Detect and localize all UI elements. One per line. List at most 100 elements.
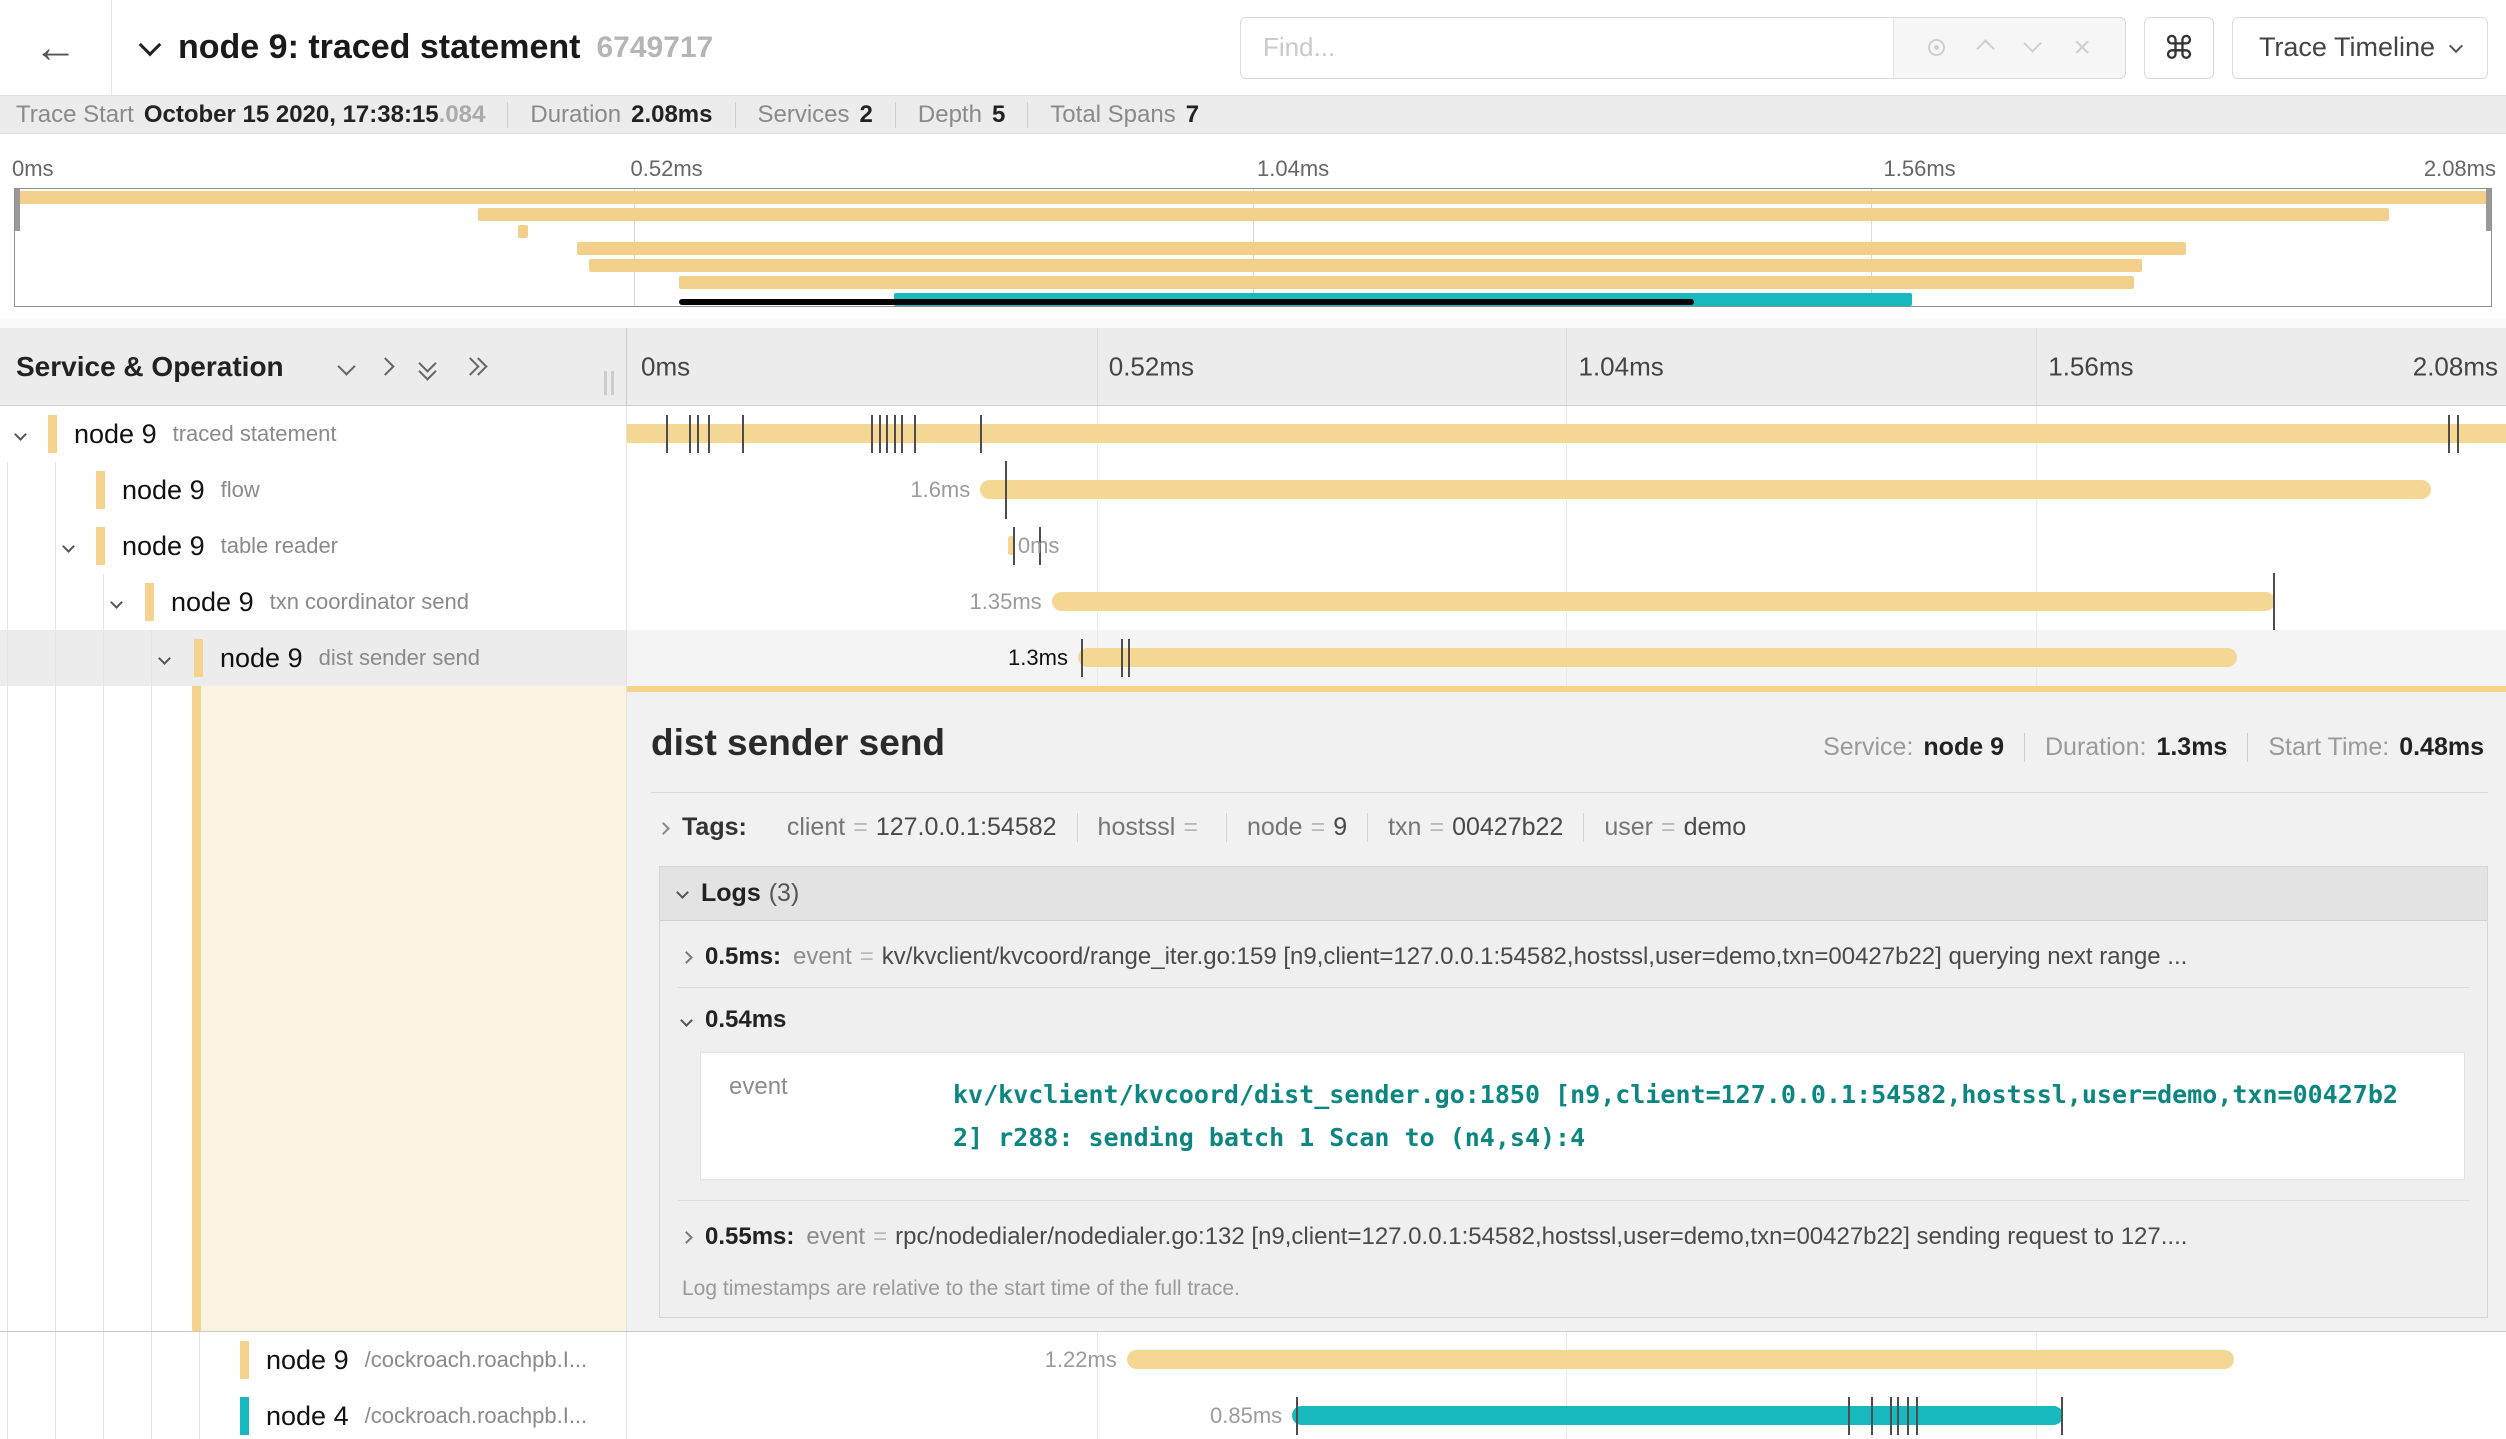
collapse-one-icon[interactable] [340, 360, 353, 373]
tag-node: node=9 [1227, 813, 1368, 842]
next-match-icon[interactable] [2026, 37, 2039, 59]
span-name[interactable]: node 9 flow [0, 462, 626, 518]
log-entry-2-detail: event kv/kvclient/kvcoord/dist_sender.go… [700, 1052, 2465, 1180]
log-entry-1[interactable]: 0.5ms: event = kv/kvclient/kvcoord/range… [678, 921, 2469, 988]
trace-id: 6749717 [596, 31, 713, 65]
view-selector-button[interactable]: Trace Timeline [2232, 17, 2488, 79]
trace-services: Services 2 [736, 102, 896, 128]
header-actions: × ⌘ Trace Timeline [1240, 17, 2488, 79]
logs-footnote: Log timestamps are relative to the start… [678, 1267, 2469, 1317]
log-entry-2-header[interactable]: 0.54ms [678, 988, 2469, 1048]
minimap-span [518, 225, 528, 238]
span-color-chip [240, 1397, 249, 1435]
logs-collapse-icon [676, 886, 689, 899]
log-field-value: kv/kvclient/kvcoord/dist_sender.go:1850 … [953, 1073, 2423, 1159]
span-color-chip [194, 639, 203, 677]
find-box: × [1240, 17, 2126, 79]
span-color-chip [96, 527, 105, 565]
span-name[interactable]: node 9 txn coordinator send [0, 574, 626, 630]
child-span-rows: node 9 /cockroach.roachpb.I... 1.22ms no… [0, 1332, 2506, 1439]
span-duration-label: 1.22ms [1045, 1347, 1117, 1373]
trace-viewer: ← node 9: traced statement 6749717 × ⌘ T [0, 0, 2506, 1439]
span-name[interactable]: node 9 dist sender send [0, 630, 626, 686]
span-id-row: SpanID: 5597415943526560273 [651, 1318, 2488, 1331]
minimap-span [15, 191, 2491, 204]
row-collapse-icon[interactable] [16, 426, 25, 444]
tag-txn: txn=00427b22 [1368, 813, 1584, 842]
page-title: node 9: traced statement [178, 28, 580, 67]
span-bar[interactable] [627, 424, 2506, 443]
log-field-key: event [713, 1073, 953, 1159]
command-icon: ⌘ [2163, 29, 2195, 67]
tag-user: user=demo [1584, 813, 1766, 842]
service-operation-header: Service & Operation [0, 328, 627, 405]
column-resize-grip[interactable] [604, 371, 614, 395]
span-bar[interactable] [980, 480, 2431, 499]
span-accent-tint [201, 686, 626, 1331]
span-row-batch-node4: node 4 /cockroach.roachpb.I... 0.85ms [0, 1388, 2506, 1439]
row-collapse-icon[interactable] [160, 650, 169, 668]
minimap-span [478, 208, 2389, 221]
collapse-all-icon[interactable] [418, 357, 438, 377]
minimap-span [589, 259, 2141, 272]
tag-hostssl: hostssl= [1078, 813, 1227, 842]
trace-total-spans: Total Spans 7 [1028, 102, 1221, 128]
trace-title-group: node 9: traced statement 6749717 [142, 28, 1240, 67]
span-row-batch-node9: node 9 /cockroach.roachpb.I... 1.22ms [0, 1332, 2506, 1388]
back-button[interactable]: ← [0, 0, 112, 95]
axis-tick: 1.56ms [2048, 351, 2133, 382]
span-name[interactable]: node 4 /cockroach.roachpb.I... [0, 1388, 626, 1439]
span-detail-title: dist sender send [651, 722, 945, 764]
span-bar[interactable] [1127, 1350, 2234, 1369]
row-collapse-icon[interactable] [64, 538, 73, 556]
page-header: ← node 9: traced statement 6749717 × ⌘ T [0, 0, 2506, 96]
log-entry-3[interactable]: 0.55ms: event = rpc/nodedialer/nodediale… [678, 1200, 2469, 1267]
row-collapse-icon[interactable] [112, 594, 121, 612]
minimap-axis: 0ms 0.52ms 1.04ms 1.56ms 2.08ms [0, 134, 2506, 188]
span-duration-label: 0ms [1018, 533, 1060, 559]
span-duration-label: 1.3ms [1008, 645, 1068, 671]
find-input[interactable] [1241, 18, 1893, 78]
log-expand-icon [680, 951, 693, 964]
span-bar[interactable] [1078, 648, 2237, 667]
axis-tick: 0.52ms [1109, 351, 1194, 382]
minimap-span [679, 276, 2135, 289]
span-row-traced-statement: node 9 traced statement [0, 406, 2506, 462]
expand-one-icon[interactable] [379, 360, 392, 373]
minimap-scroll-thumb[interactable] [679, 299, 1694, 305]
logs-block: Logs (3) 0.5ms: event = kv/kvclient/kvco… [659, 866, 2488, 1318]
tags-expand-icon[interactable] [657, 822, 670, 835]
span-detail-meta: Service:node 9 Duration:1.3ms Start Time… [1803, 733, 2488, 762]
tags-label[interactable]: Tags: [682, 813, 747, 842]
axis-tick: 0.52ms [631, 156, 703, 182]
trace-start: Trace Start October 15 2020, 17:38:15.08… [16, 102, 508, 128]
span-name[interactable]: node 9 table reader [0, 518, 626, 574]
span-name[interactable]: node 9 traced statement [0, 406, 626, 462]
span-color-chip [145, 583, 154, 621]
keyboard-shortcuts-button[interactable]: ⌘ [2144, 17, 2214, 79]
trace-depth: Depth 5 [896, 102, 1028, 128]
trace-summary-bar: Trace Start October 15 2020, 17:38:15.08… [0, 96, 2506, 134]
axis-tick: 1.56ms [1884, 156, 1956, 182]
span-name[interactable]: node 9 /cockroach.roachpb.I... [0, 1332, 626, 1388]
minimap-span [577, 242, 2186, 255]
span-color-chip [96, 471, 105, 509]
log-expand-icon [680, 1231, 693, 1244]
expand-all-icon[interactable] [464, 357, 484, 377]
clear-find-icon[interactable]: × [2073, 33, 2091, 63]
view-selector-label: Trace Timeline [2259, 32, 2435, 63]
focus-match-icon[interactable] [1928, 39, 1945, 56]
back-arrow-icon: ← [34, 23, 78, 73]
logs-header[interactable]: Logs (3) [660, 867, 2487, 921]
left-scrubber-handle[interactable] [15, 189, 20, 231]
axis-tick: 1.04ms [1579, 351, 1664, 382]
tag-client: client=127.0.0.1:54582 [767, 813, 1078, 842]
prev-match-icon[interactable] [1979, 36, 1992, 60]
span-accent-bar [192, 686, 201, 1331]
span-bar[interactable] [1292, 1406, 2062, 1425]
span-bar[interactable] [1052, 592, 2275, 611]
collapse-title-chevron-icon[interactable] [142, 37, 158, 58]
minimap-canvas[interactable] [14, 188, 2492, 307]
span-row-txn-coordinator-send: node 9 txn coordinator send 1.35ms [0, 574, 2506, 630]
right-scrubber-handle[interactable] [2486, 189, 2491, 231]
